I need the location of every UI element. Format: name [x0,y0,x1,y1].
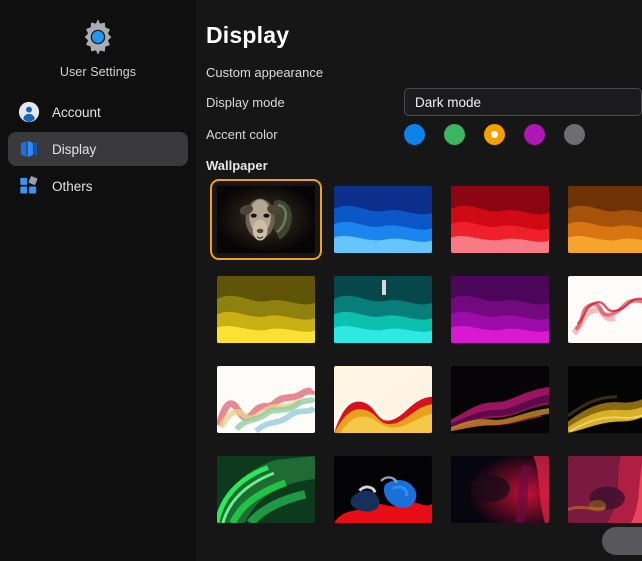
accent-color-label: Accent color [206,126,278,142]
wallpaper-thumbnail [217,276,315,343]
display-mode-select[interactable]: Dark mode [404,88,642,116]
display-icon [18,138,40,160]
accent-swatch-gray[interactable] [564,123,585,145]
display-mode-row: Display mode Dark mode [206,88,642,116]
sidebar-brand-label: User Settings [59,65,137,79]
wallpaper-thumbnail [568,276,642,343]
sidebar-nav: Account Display Others [0,95,196,203]
wallpaper-tile-magenta-waves[interactable] [444,269,556,350]
wallpaper-tile-dark-crimson[interactable] [444,449,556,530]
wallpaper-tile-pink-marble[interactable] [561,449,642,530]
wallpaper-tile-red-smoke-white[interactable] [561,269,642,350]
wallpaper-tile-dark-magenta-silk[interactable] [444,359,556,440]
wallpaper-thumbnail [568,366,642,433]
selected-dot [491,130,498,138]
accent-color-swatches [404,123,585,145]
sidebar-item-others[interactable]: Others [8,169,188,203]
custom-appearance-label: Custom appearance [206,65,324,80]
sidebar-item-label: Display [52,141,97,157]
wallpaper-thumbnail [451,276,549,343]
text-cursor [382,280,386,295]
accent-color-row: Accent color [206,120,642,148]
wallpaper-tile-orange-waves[interactable] [561,179,642,260]
wallpaper-thumbnail [217,186,315,253]
settings-window: User Settings Account Display Others Dis… [0,0,642,561]
wallpaper-tile-red-blue-splash[interactable] [327,449,439,530]
accent-swatch-orange[interactable] [484,123,505,145]
others-icon [18,175,40,197]
main-content: Display Custom appearance Display mode D… [196,0,642,561]
sidebar-item-label: Account [52,104,101,120]
wallpaper-thumbnail [451,186,549,253]
wallpaper-thumbnail [451,456,549,523]
accent-swatch-blue[interactable] [404,123,425,145]
wallpaper-thumbnail [334,456,432,523]
wallpaper-tile-dark-gold-silk[interactable] [561,359,642,440]
wallpaper-tile-pastel-ribbons[interactable] [210,359,322,440]
wallpaper-tile-goat-portrait[interactable] [210,179,322,260]
sidebar-brand: User Settings [0,14,196,79]
page-title: Display [206,22,290,48]
wallpaper-label: Wallpaper [206,158,268,173]
sidebar-item-label: Others [52,178,93,194]
wallpaper-tile-fire-ribbons[interactable] [327,359,439,440]
scroll-action-button[interactable] [602,527,642,555]
wallpaper-thumbnail [451,366,549,433]
wallpaper-thumbnail [334,366,432,433]
wallpaper-tile-red-waves[interactable] [444,179,556,260]
accent-swatch-purple[interactable] [524,123,545,145]
wallpaper-thumbnail [217,456,315,523]
display-mode-value: Dark mode [415,94,482,110]
wallpaper-thumbnail [217,366,315,433]
accent-swatch-green[interactable] [444,123,465,145]
account-icon [18,101,40,123]
wallpaper-tile-blue-waves[interactable] [327,179,439,260]
sidebar-item-display[interactable]: Display [8,132,188,166]
sidebar: User Settings Account Display Others [0,0,196,561]
wallpaper-tile-yellow-waves[interactable] [210,269,322,350]
gear-icon [75,14,121,60]
sidebar-item-account[interactable]: Account [8,95,188,129]
display-mode-label: Display mode [206,94,285,110]
wallpaper-thumbnail [568,186,642,253]
wallpaper-grid [210,179,642,530]
wallpaper-thumbnail [334,186,432,253]
wallpaper-thumbnail [568,456,642,523]
wallpaper-tile-green-swirl[interactable] [210,449,322,530]
